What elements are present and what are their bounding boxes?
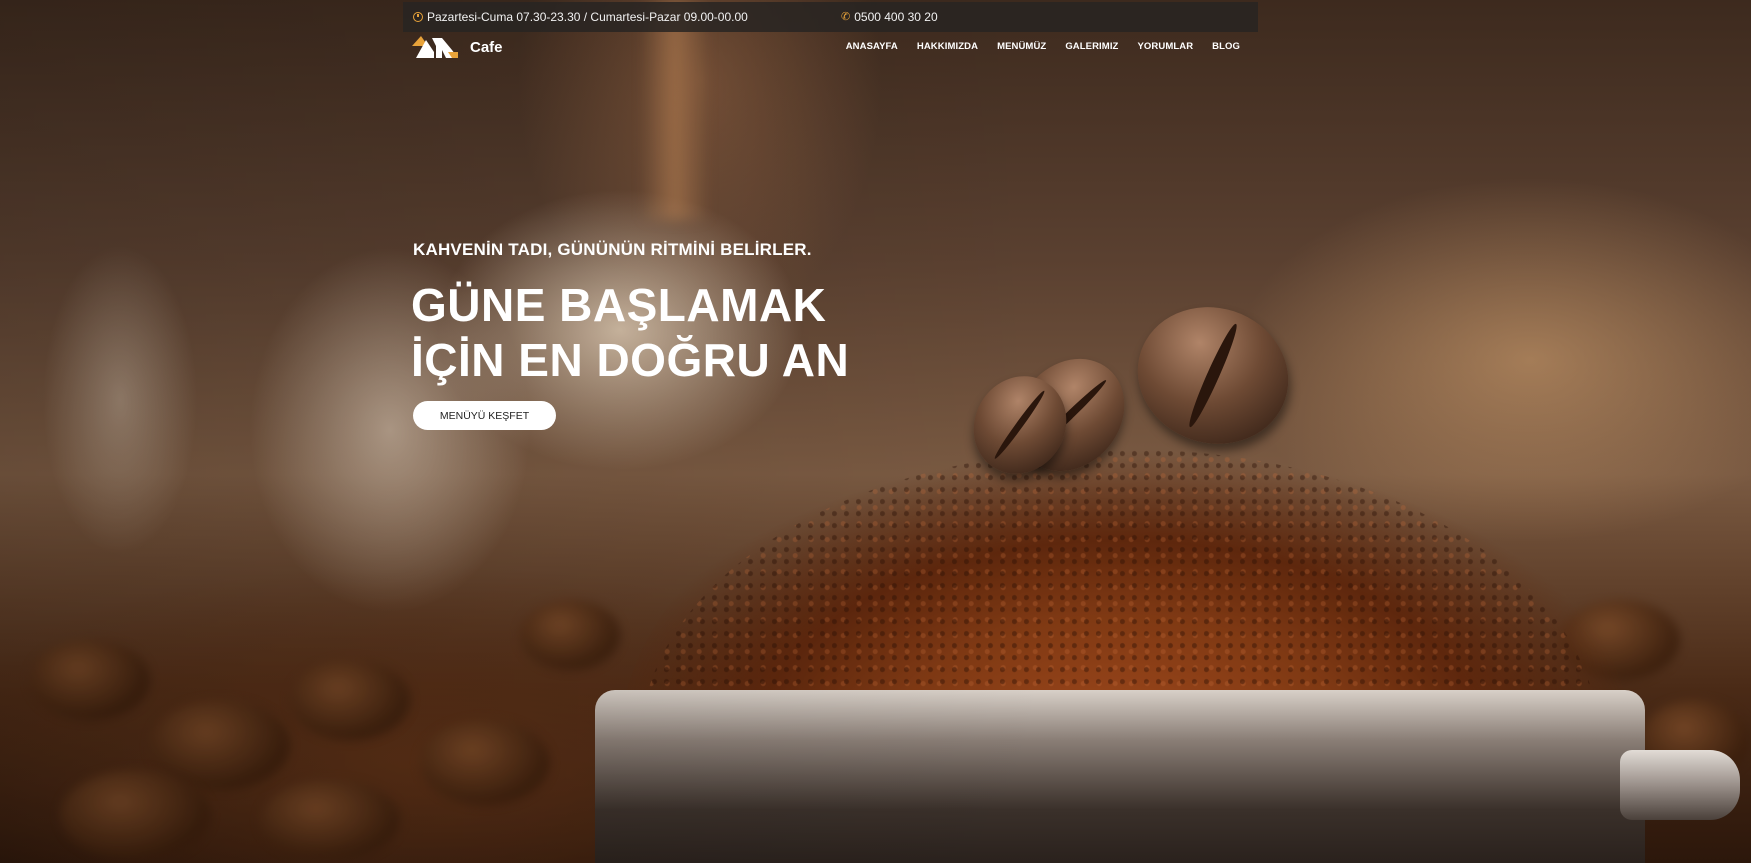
hero-headline-line-1: GÜNE BAŞLAMAK (411, 279, 827, 331)
hero-overlay (0, 0, 1751, 863)
nav-item-menumuz[interactable]: MENÜMÜZ (997, 41, 1046, 52)
nav-item-yorumlar[interactable]: YORUMLAR (1137, 41, 1193, 52)
clock-icon (413, 12, 423, 22)
nav-item-galerimiz[interactable]: GALERIMIZ (1065, 41, 1118, 52)
nav-item-hakkimizda[interactable]: HAKKIMIZDA (917, 41, 978, 52)
main-nav: ANASAYFA HAKKIMIZDA MENÜMÜZ GALERIMIZ YO… (846, 41, 1240, 52)
brand-logo[interactable]: Cafe (412, 36, 503, 58)
explore-menu-button[interactable]: MENÜYÜ KEŞFET (413, 401, 556, 430)
hero-section: Pazartesi-Cuma 07.30-23.30 / Cumartesi-P… (0, 0, 1751, 863)
phone-icon: ✆ (841, 10, 851, 23)
hero-headline: GÜNE BAŞLAMAK İÇİN EN DOĞRU AN (411, 278, 849, 388)
hero-headline-line-2: İÇİN EN DOĞRU AN (411, 334, 850, 386)
phone-number[interactable]: ✆ 0500 400 30 20 (841, 2, 938, 32)
opening-hours: Pazartesi-Cuma 07.30-23.30 / Cumartesi-P… (413, 2, 748, 32)
nav-item-anasayfa[interactable]: ANASAYFA (846, 41, 898, 52)
hero-kicker: KAHVENİN TADI, GÜNÜNÜN RİTMİNİ BELİRLER. (413, 240, 812, 259)
logo-mark-icon (412, 36, 458, 58)
top-info-bar: Pazartesi-Cuma 07.30-23.30 / Cumartesi-P… (403, 2, 1258, 32)
opening-hours-text: Pazartesi-Cuma 07.30-23.30 / Cumartesi-P… (427, 10, 748, 24)
phone-number-text: 0500 400 30 20 (854, 10, 938, 24)
nav-item-blog[interactable]: BLOG (1212, 41, 1240, 52)
brand-name: Cafe (470, 38, 503, 56)
